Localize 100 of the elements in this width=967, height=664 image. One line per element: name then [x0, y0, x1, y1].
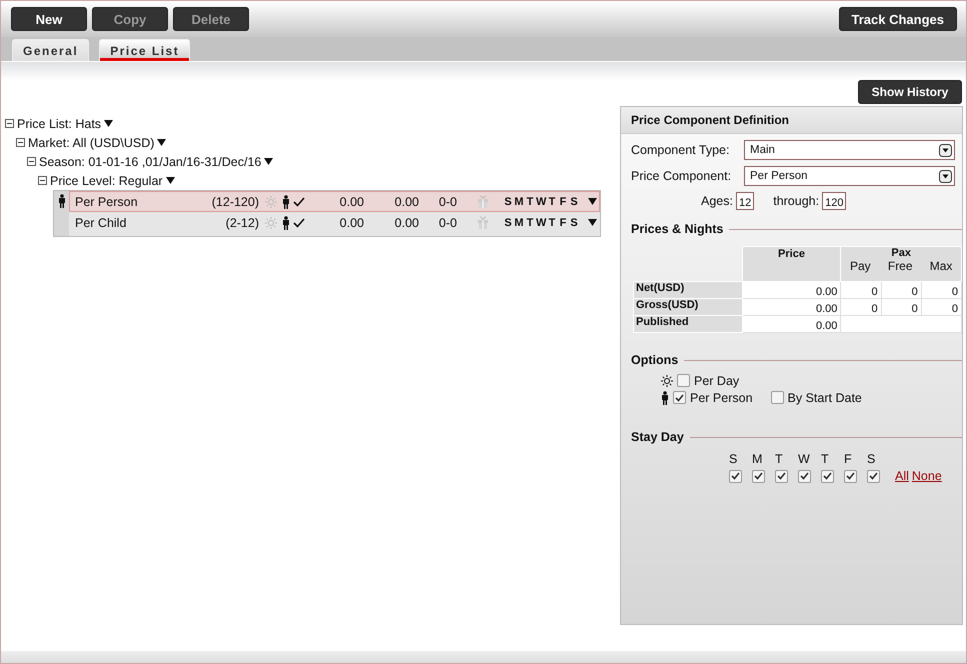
sun-icon — [265, 216, 277, 228]
weekday-label: W — [536, 216, 546, 228]
weekday-label: W — [798, 452, 811, 466]
net-price: 0.00 — [338, 216, 364, 230]
track-changes-button[interactable]: Track Changes — [838, 7, 957, 31]
gross-price: 0.00 — [394, 216, 419, 230]
weekday-label: T — [548, 216, 556, 228]
tree-node-label[interactable]: Season: 01-01-16 ,01/Jan/16-31/Dec/16 — [39, 154, 262, 168]
checkbox[interactable] — [752, 470, 765, 482]
column-header: Max — [930, 259, 952, 273]
nights-range: 0-0 — [438, 194, 457, 208]
weekday-label: M — [514, 196, 524, 208]
show-history-button[interactable]: Show History — [858, 80, 962, 104]
net-price: 0.00 — [338, 194, 364, 208]
dropdown-icon[interactable] — [939, 144, 952, 156]
weekday-label: F — [558, 216, 568, 228]
component-name: Per Child — [75, 216, 128, 230]
tree-node-label[interactable]: Price Level: Regular — [50, 174, 163, 188]
price-component-row[interactable]: Per Person (12-120) 0.00 0.00 0-0 S M T W T F S — [69, 191, 600, 212]
checkbox[interactable] — [798, 470, 811, 482]
field-label: Component Type: — [631, 143, 730, 157]
component-name: Per Person — [75, 194, 139, 208]
weekday-label: F — [844, 452, 853, 466]
sun-icon — [661, 374, 673, 386]
column-header: Pax — [890, 247, 912, 259]
weekday-label: S — [729, 452, 738, 466]
tree-node-label[interactable]: Price List: Hats — [17, 116, 102, 130]
checkbox[interactable] — [844, 470, 857, 482]
weekday-label: T — [775, 452, 784, 466]
person-icon — [282, 216, 290, 230]
price-cell: 0.00 — [742, 298, 841, 316]
section-title: Prices & Nights — [631, 222, 724, 236]
caret-icon[interactable] — [166, 177, 175, 184]
weekday-label: S — [503, 196, 513, 208]
age-from-field[interactable]: 12 — [736, 192, 754, 210]
checkbox[interactable] — [867, 470, 880, 482]
price-cell: 0.00 — [742, 282, 841, 298]
field-label: through: — [773, 194, 820, 208]
field-label: Price Component: — [631, 169, 732, 183]
toolbar-button[interactable]: New — [11, 7, 87, 31]
collapse-icon[interactable] — [16, 138, 25, 147]
section-title: Stay Day — [631, 430, 684, 444]
column-header: Pay — [850, 259, 871, 273]
tab[interactable]: General — [12, 39, 90, 61]
weekday-label: F — [558, 196, 568, 208]
tree-node-label[interactable]: Market: All (USD\USD) — [28, 136, 154, 150]
collapse-icon[interactable] — [27, 157, 36, 166]
option-label: Per Person — [690, 390, 753, 404]
price-component-select[interactable]: Per Person — [744, 166, 955, 186]
dropdown-icon[interactable] — [939, 170, 952, 182]
pax-cell: 0 — [921, 298, 962, 316]
option-label: By Start Date — [788, 390, 862, 404]
weekday-label: S — [569, 196, 579, 208]
caret-icon[interactable] — [104, 120, 114, 127]
check-icon — [293, 218, 305, 228]
panel-title: Price Component Definition — [621, 107, 962, 134]
age-to-field[interactable]: 120 — [822, 192, 846, 210]
pax-cell: 0 — [881, 298, 922, 316]
weekday-label: W — [536, 196, 546, 208]
price-cell: 0.00 — [742, 316, 841, 332]
pax-cell: 0 — [840, 298, 882, 316]
checkbox[interactable] — [673, 391, 686, 404]
option-label: Per Day — [694, 374, 740, 388]
section-title: Options — [631, 353, 678, 367]
weekday-label: T — [548, 196, 556, 208]
caret-icon[interactable] — [157, 139, 166, 146]
person-icon — [58, 194, 66, 208]
weekday-label: M — [514, 216, 524, 228]
collapse-icon[interactable] — [38, 176, 47, 185]
checkbox[interactable] — [775, 470, 788, 482]
row-menu-icon[interactable] — [588, 219, 597, 226]
checkbox[interactable] — [770, 391, 784, 404]
caret-icon[interactable] — [264, 158, 274, 165]
price-component-row[interactable]: Per Child (2-12) 0.00 0.00 0-0 S M T W T F S — [69, 212, 600, 233]
select-link[interactable]: None — [912, 469, 942, 483]
component-type-select[interactable]: Main — [744, 140, 955, 160]
weekday-label: S — [867, 452, 876, 466]
pax-cell: 0 — [921, 282, 962, 298]
gross-price: 0.00 — [394, 194, 419, 208]
row-menu-icon[interactable] — [588, 198, 597, 205]
collapse-icon[interactable] — [5, 119, 14, 128]
column-header: Free — [888, 259, 913, 273]
field-label: Ages: — [701, 194, 733, 208]
weekday-label: T — [526, 216, 534, 228]
select-link[interactable]: All — [895, 469, 909, 483]
gift-icon — [477, 195, 489, 208]
weekday-label: T — [821, 452, 830, 466]
person-icon — [282, 194, 290, 208]
nights-range: 0-0 — [438, 216, 457, 230]
column-header: Price — [742, 246, 841, 282]
person-icon — [661, 390, 669, 404]
tab[interactable]: Price List — [99, 39, 190, 61]
checkbox[interactable] — [821, 470, 834, 482]
checkbox[interactable] — [677, 374, 690, 387]
pax-cell: 0 — [881, 282, 922, 298]
age-range: (2-12) — [224, 216, 259, 230]
weekday-label: S — [569, 216, 579, 228]
checkbox[interactable] — [729, 470, 742, 482]
weekday-label: T — [526, 196, 534, 208]
sun-icon — [265, 196, 277, 208]
